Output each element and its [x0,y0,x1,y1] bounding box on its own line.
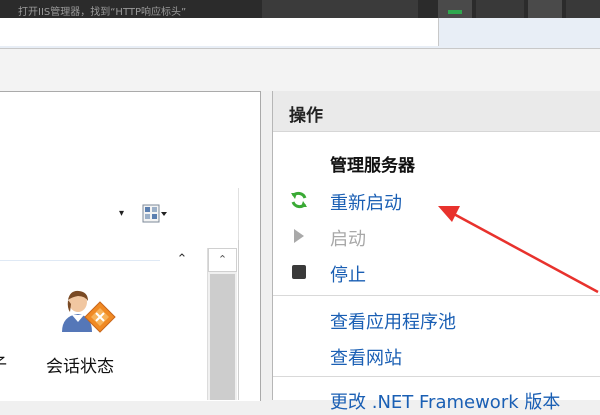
feature-label-session-state[interactable]: 会话状态 [46,352,114,377]
collapse-group-button[interactable]: ⌃ [170,252,194,272]
group-header-line [0,260,160,261]
manage-server-heading: 管理服务器 [330,156,415,176]
stop-icon [289,262,309,282]
scroll-thumb[interactable] [210,274,235,400]
actions-title: 操作 [289,106,323,126]
actions-pane: 操作 管理服务器 重新启动 启动 停止 查看应用程序池 查看网站 更改 .NET… [272,91,600,413]
change-dotnet-label[interactable]: 更改 .NET Framework 版本 [330,388,560,414]
restart-icon [289,190,309,210]
action-change-dotnet-version[interactable]: 更改 .NET Framework 版本 [273,383,600,415]
feature-label-partial[interactable]: 子 [0,350,7,375]
vertical-scrollbar[interactable]: ⌃ [207,248,237,400]
action-view-sites[interactable]: 查看网站 [273,339,600,371]
session-state-icon[interactable] [58,288,120,344]
action-restart[interactable]: 重新启动 [273,184,600,216]
status-indicator [448,10,462,14]
scroll-up-button[interactable]: ⌃ [208,248,237,272]
view-sites-label[interactable]: 查看网站 [330,344,402,370]
toolbar-button[interactable] [566,0,600,18]
actions-pane-header: 操作 [273,91,600,132]
stop-label[interactable]: 停止 [330,261,366,287]
action-stop[interactable]: 停止 [273,256,600,288]
toolbar-band [0,49,600,91]
window-caption-bar: 打开IIS管理器，找到“HTTP响应标头” [0,0,600,18]
view-mode-button[interactable] [142,203,168,225]
toolbar-button[interactable] [476,0,524,18]
view-app-pools-label[interactable]: 查看应用程序池 [330,308,456,334]
divider [273,295,600,296]
group-by-dropdown[interactable]: ▾ [119,208,124,219]
toolbar-button[interactable] [438,0,472,18]
address-field[interactable] [0,18,439,46]
toolbar-button[interactable] [528,0,562,18]
address-bar [0,18,600,49]
action-view-app-pools[interactable]: 查看应用程序池 [273,303,600,335]
start-icon [289,226,309,246]
divider [273,376,600,377]
caption-bar-region [262,0,418,18]
start-label[interactable]: 启动 [330,225,366,251]
action-start[interactable]: 启动 [273,220,600,252]
caption-text: 打开IIS管理器，找到“HTTP响应标头” [18,7,187,18]
view-grid-icon [142,204,167,223]
restart-label[interactable]: 重新启动 [330,189,402,215]
